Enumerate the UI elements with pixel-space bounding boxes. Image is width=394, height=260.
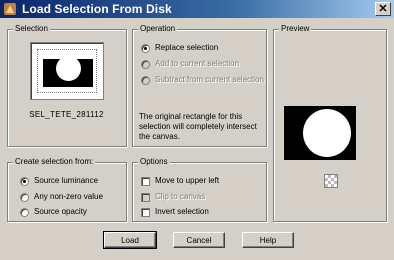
option-label: Source luminance xyxy=(34,176,99,185)
selection-name: SEL_TETE_281112 xyxy=(29,110,104,119)
thumbnail-circle xyxy=(56,56,81,81)
selection-group: Selection SEL_TETE_281112 xyxy=(7,24,127,147)
create-from-legend: Create selection from: xyxy=(13,157,96,167)
checkbox-move-upper-left[interactable]: Move to upper left xyxy=(141,176,219,186)
window-title: Load Selection From Disk xyxy=(22,2,172,16)
checkbox[interactable] xyxy=(141,176,150,186)
create-from-group: Create selection from: Source luminance … xyxy=(7,157,127,222)
radio-source-luminance[interactable]: Source luminance xyxy=(20,176,98,186)
operation-group: Operation Replace selection Add to curre… xyxy=(132,24,267,147)
options-group: Options Move to upper left Clip to canva… xyxy=(132,157,267,222)
radio-button[interactable] xyxy=(20,207,29,217)
operation-legend: Operation xyxy=(138,24,178,34)
radio-button[interactable] xyxy=(20,192,29,202)
option-label: Any non-zero value xyxy=(34,192,103,201)
checkbox xyxy=(141,192,150,202)
option-label: Subtract from current selection xyxy=(155,75,264,84)
close-button[interactable]: ✕ xyxy=(375,2,391,16)
option-label: Move to upper left xyxy=(155,176,220,185)
operation-info-text: The original rectangle for this selectio… xyxy=(139,112,257,141)
option-label: Replace selection xyxy=(155,43,219,52)
radio-button[interactable] xyxy=(141,43,150,53)
close-icon: ✕ xyxy=(378,2,388,15)
radio-button xyxy=(141,75,150,85)
radio-button xyxy=(141,59,150,69)
option-label: Clip to canvas xyxy=(155,192,206,201)
preview-legend: Preview xyxy=(279,24,312,34)
cancel-button[interactable]: Cancel xyxy=(173,232,225,248)
preview-circle xyxy=(303,109,351,157)
radio-replace-selection[interactable]: Replace selection xyxy=(141,43,218,53)
load-button[interactable]: Load xyxy=(103,231,157,249)
preview-image xyxy=(284,106,356,160)
thumbnail-image xyxy=(43,56,93,87)
radio-source-opacity[interactable]: Source opacity xyxy=(20,207,87,217)
option-label: Source opacity xyxy=(34,207,87,216)
app-icon xyxy=(3,2,17,16)
checkbox-clip-to-canvas: Clip to canvas xyxy=(141,192,205,202)
options-legend: Options xyxy=(138,157,170,167)
option-label: Invert selection xyxy=(155,207,209,216)
checkbox-invert-selection[interactable]: Invert selection xyxy=(141,207,209,217)
selection-legend: Selection xyxy=(13,24,50,34)
preview-group: Preview xyxy=(273,24,387,222)
radio-button[interactable] xyxy=(20,176,29,186)
thumbnail-frame xyxy=(37,49,97,93)
radio-any-non-zero[interactable]: Any non-zero value xyxy=(20,192,103,202)
help-button[interactable]: Help xyxy=(242,232,294,248)
radio-add-to-selection: Add to current selection xyxy=(141,59,239,69)
checkbox[interactable] xyxy=(141,207,150,217)
title-bar: Load Selection From Disk ✕ xyxy=(0,0,394,18)
transparency-toggle-icon[interactable] xyxy=(324,174,338,188)
option-label: Add to current selection xyxy=(155,59,240,68)
radio-subtract-from-selection: Subtract from current selection xyxy=(141,75,264,85)
selection-thumbnail[interactable] xyxy=(30,42,104,100)
